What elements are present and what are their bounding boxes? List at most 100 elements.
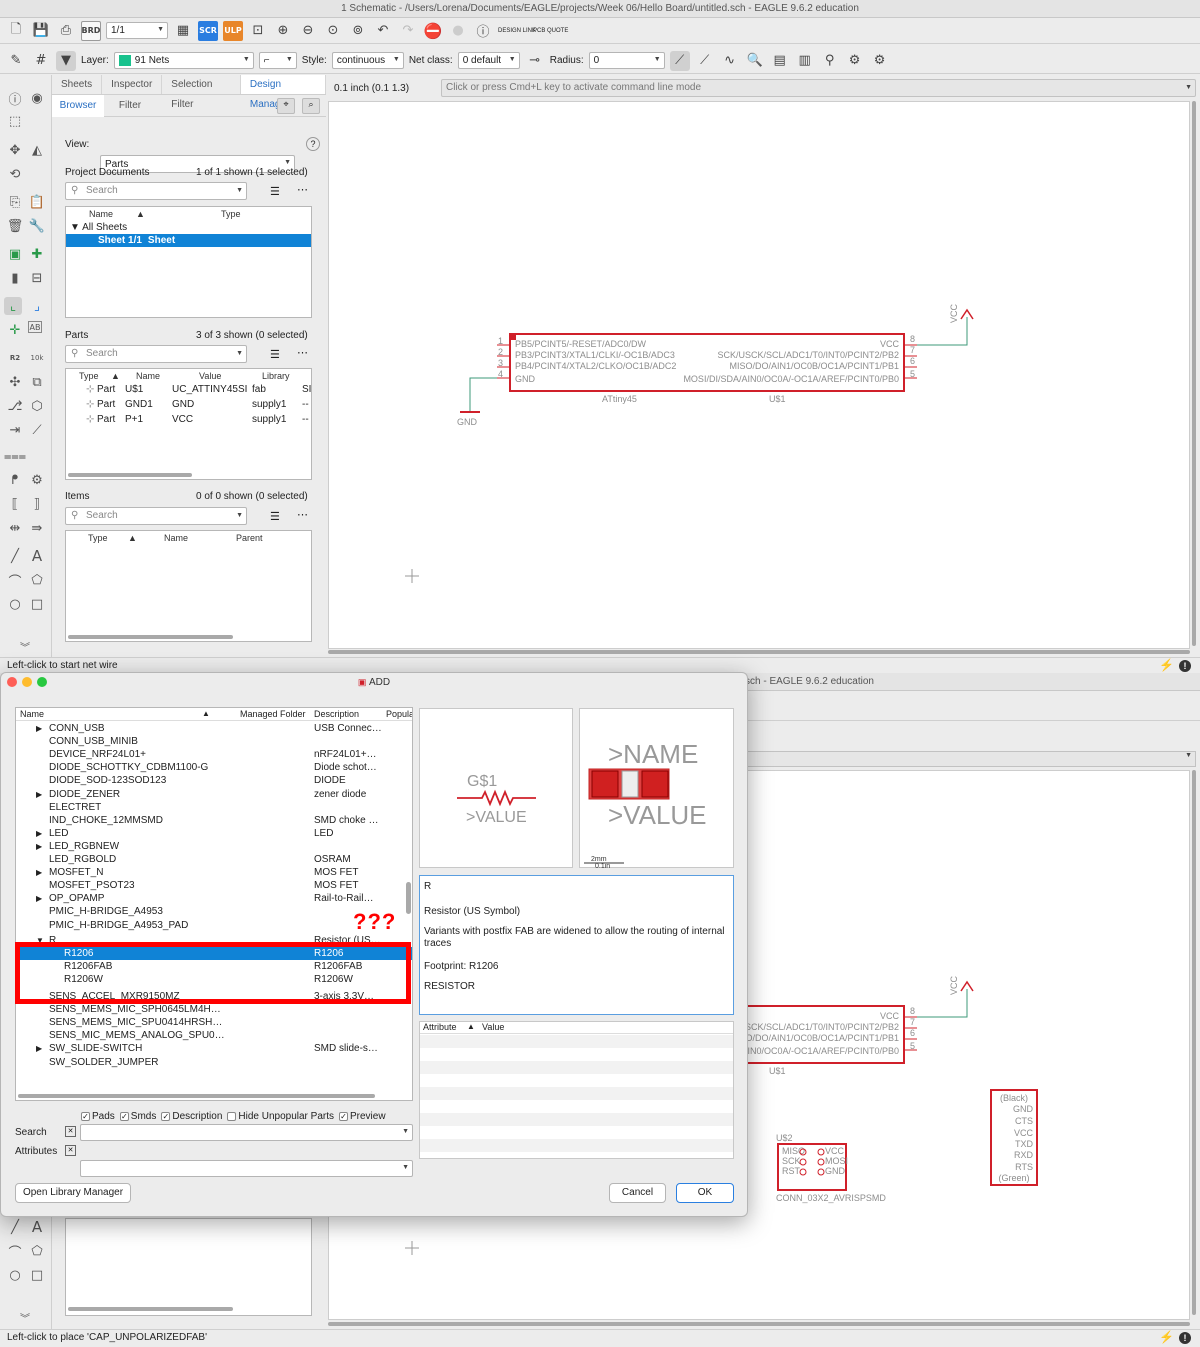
list-item[interactable]: ▶ OP_OPAMP Rail-to-Rail… bbox=[16, 892, 412, 905]
col-name[interactable]: Name bbox=[89, 209, 113, 219]
col-type[interactable]: Type bbox=[88, 533, 108, 543]
expand-icon[interactable]: ▶ bbox=[36, 827, 42, 840]
items-scrollbar[interactable] bbox=[68, 635, 233, 639]
arc-icon[interactable]: ⌒ bbox=[6, 1242, 24, 1261]
pcb-quote-button[interactable]: PCB QUOTE bbox=[533, 28, 568, 34]
vcc-net-wire[interactable] bbox=[917, 317, 968, 346]
list-item[interactable]: SENS_MEMS_MIC_SPH0645LM4H… bbox=[16, 1003, 412, 1016]
zoom-redraw-icon[interactable]: ⊙ bbox=[323, 21, 343, 41]
dimension-icon[interactable]: ⇹ bbox=[6, 519, 24, 537]
zoom-to-icon[interactable]: ⌕ bbox=[302, 98, 320, 114]
list-item[interactable]: DIODE_SCHOTTKY_CDBM1100-G Diode schot… bbox=[16, 761, 412, 774]
brd-switch-icon[interactable]: BRD bbox=[81, 20, 101, 41]
rect-icon[interactable]: □ bbox=[28, 1266, 46, 1284]
net-icon[interactable]: ⌞ bbox=[4, 297, 22, 315]
checkbox-hide-unpopular[interactable]: Hide Unpopular Parts bbox=[227, 1111, 334, 1122]
move-icon[interactable]: ✥ bbox=[6, 141, 24, 159]
redo-icon[interactable]: ↷ bbox=[398, 21, 418, 41]
canvas-hscrollbar-2[interactable] bbox=[328, 1322, 1190, 1326]
list-item[interactable]: ▶ MOSFET_N MOS FET bbox=[16, 866, 412, 879]
expand-icon[interactable]: ▶ bbox=[36, 840, 42, 853]
radius-select[interactable]: 0 ▼ bbox=[588, 52, 665, 69]
zoom-out-icon[interactable]: ⊖ bbox=[298, 21, 318, 41]
minimize-window-icon[interactable] bbox=[22, 677, 32, 687]
gnd-net-wire[interactable] bbox=[469, 377, 497, 412]
line-icon[interactable]: ╱ bbox=[6, 1218, 24, 1236]
canvas-hscrollbar[interactable] bbox=[328, 650, 1190, 654]
list-item[interactable]: ▶ LED_RGBNEW bbox=[16, 840, 412, 853]
col-attribute[interactable]: Attribute bbox=[423, 1022, 457, 1032]
expand-icon[interactable]: ▶ bbox=[36, 788, 42, 801]
route-add-icon[interactable]: ⚲ bbox=[820, 51, 840, 71]
zoom-select-icon[interactable]: ⊚ bbox=[348, 21, 368, 41]
miter-icon[interactable]: ⩶ bbox=[4, 447, 26, 465]
grid-icon[interactable]: # bbox=[31, 51, 51, 71]
list-item[interactable]: CONN_USB_MINIB bbox=[16, 735, 412, 748]
go-icon[interactable]: ● bbox=[448, 21, 468, 41]
tab-selection-filter[interactable]: Selection Filter bbox=[162, 75, 241, 110]
settings-icon[interactable]: ⚙ bbox=[845, 51, 865, 71]
command-line[interactable]: Click or press Cmd+L key to activate com… bbox=[441, 79, 1196, 97]
smash-icon[interactable]: ✣ bbox=[6, 373, 24, 391]
col-parent[interactable]: Parent bbox=[236, 533, 263, 543]
cancel-button[interactable]: Cancel bbox=[609, 1183, 666, 1203]
alert-icon[interactable]: ! bbox=[1179, 660, 1191, 672]
col-name[interactable]: Name bbox=[136, 371, 160, 381]
more-tools-icon[interactable]: ︾ bbox=[16, 1308, 34, 1326]
rotate-icon[interactable]: ⟲ bbox=[6, 165, 24, 183]
invoke-icon[interactable]: ⎇ bbox=[6, 397, 24, 415]
mirror-icon[interactable]: ◭ bbox=[28, 141, 46, 159]
tree-row-sheet[interactable]: Sheet 1/1 Sheet bbox=[66, 234, 311, 247]
col-type[interactable]: Type bbox=[79, 371, 99, 381]
design-link-button[interactable]: DESIGN LINK bbox=[498, 28, 536, 34]
cam-icon[interactable]: ▦ bbox=[173, 21, 193, 41]
polygon-icon[interactable]: ⬠ bbox=[28, 1242, 46, 1260]
list-view-icon[interactable]: ☰ bbox=[270, 348, 280, 361]
list-item[interactable]: MOSFET_PSOT23 MOS FET bbox=[16, 879, 412, 892]
subtab-browser[interactable]: Browser bbox=[52, 95, 104, 117]
print-icon[interactable]: ⎙ bbox=[56, 21, 76, 41]
col-managed-folder[interactable]: Managed Folder bbox=[240, 709, 310, 719]
add-plus-icon[interactable]: ✚ bbox=[28, 245, 46, 263]
settings2-icon[interactable]: ⚙ bbox=[870, 51, 890, 71]
col-type[interactable]: Type bbox=[221, 209, 241, 219]
part-tree-vscrollbar[interactable] bbox=[406, 882, 411, 914]
probe-icon[interactable]: 🔍 bbox=[745, 51, 765, 71]
col-popular[interactable]: Popular bbox=[386, 709, 412, 719]
list-item[interactable]: DIODE_SOD-123SOD123 DIODE bbox=[16, 774, 412, 787]
col-name[interactable]: Name bbox=[164, 533, 188, 543]
tab-sheets[interactable]: Sheets bbox=[52, 75, 103, 94]
table-row[interactable]: ⊹ Part U$1 UC_ATTINY45SI fab SI bbox=[66, 383, 311, 396]
expand-icon[interactable]: ▶ bbox=[36, 866, 42, 879]
list-item[interactable]: DEVICE_NRF24L01+ nRF24L01+… bbox=[16, 748, 412, 761]
route-right-icon[interactable]: ⟧ bbox=[28, 495, 46, 513]
expand-icon[interactable]: ▶ bbox=[36, 722, 42, 735]
wire-tool-icon[interactable]: ✎ bbox=[6, 51, 26, 71]
bus-icon[interactable]: ⌟ bbox=[28, 297, 46, 315]
gateswap-icon[interactable]: ⇥ bbox=[6, 421, 24, 439]
attribute-icon[interactable]: ⧉ bbox=[28, 373, 46, 391]
paste-icon[interactable]: 📋 bbox=[28, 193, 46, 211]
ok-button[interactable]: OK bbox=[676, 1183, 734, 1203]
pinswap-icon[interactable]: ▮ bbox=[6, 269, 24, 287]
rect-icon[interactable]: □ bbox=[28, 595, 46, 613]
zoom-fit-icon[interactable]: ⊡ bbox=[248, 21, 268, 41]
save-icon[interactable]: 💾 bbox=[31, 21, 51, 41]
col-value[interactable]: Value bbox=[199, 371, 221, 381]
checkbox-smds[interactable]: ✓ Smds bbox=[119, 1111, 156, 1122]
parts-scrollbar[interactable] bbox=[68, 473, 192, 477]
canvas-vscrollbar[interactable] bbox=[1192, 101, 1196, 646]
info-icon[interactable]: ⓘ bbox=[6, 89, 24, 108]
label-icon[interactable]: AB bbox=[28, 321, 42, 333]
list-item[interactable]: SENS_MIC_MEMS_ANALOG_SPU0… bbox=[16, 1029, 412, 1042]
col-name[interactable]: Name bbox=[20, 709, 44, 719]
erc-icon[interactable]: ⚙ bbox=[28, 471, 46, 489]
new-file-icon[interactable]: 🗋 bbox=[6, 21, 26, 41]
project-docs-search[interactable]: ⚲ Search ▼ bbox=[65, 182, 247, 200]
help-icon-panel[interactable]: ? bbox=[306, 137, 320, 151]
checkbox-pads[interactable]: ✓ Pads bbox=[81, 1111, 115, 1122]
undo-icon[interactable]: ↶ bbox=[373, 21, 393, 41]
value-icon[interactable]: 10k bbox=[28, 349, 46, 367]
wrench-icon[interactable]: 🔧 bbox=[28, 217, 46, 235]
script-icon[interactable]: SCR bbox=[198, 20, 218, 41]
